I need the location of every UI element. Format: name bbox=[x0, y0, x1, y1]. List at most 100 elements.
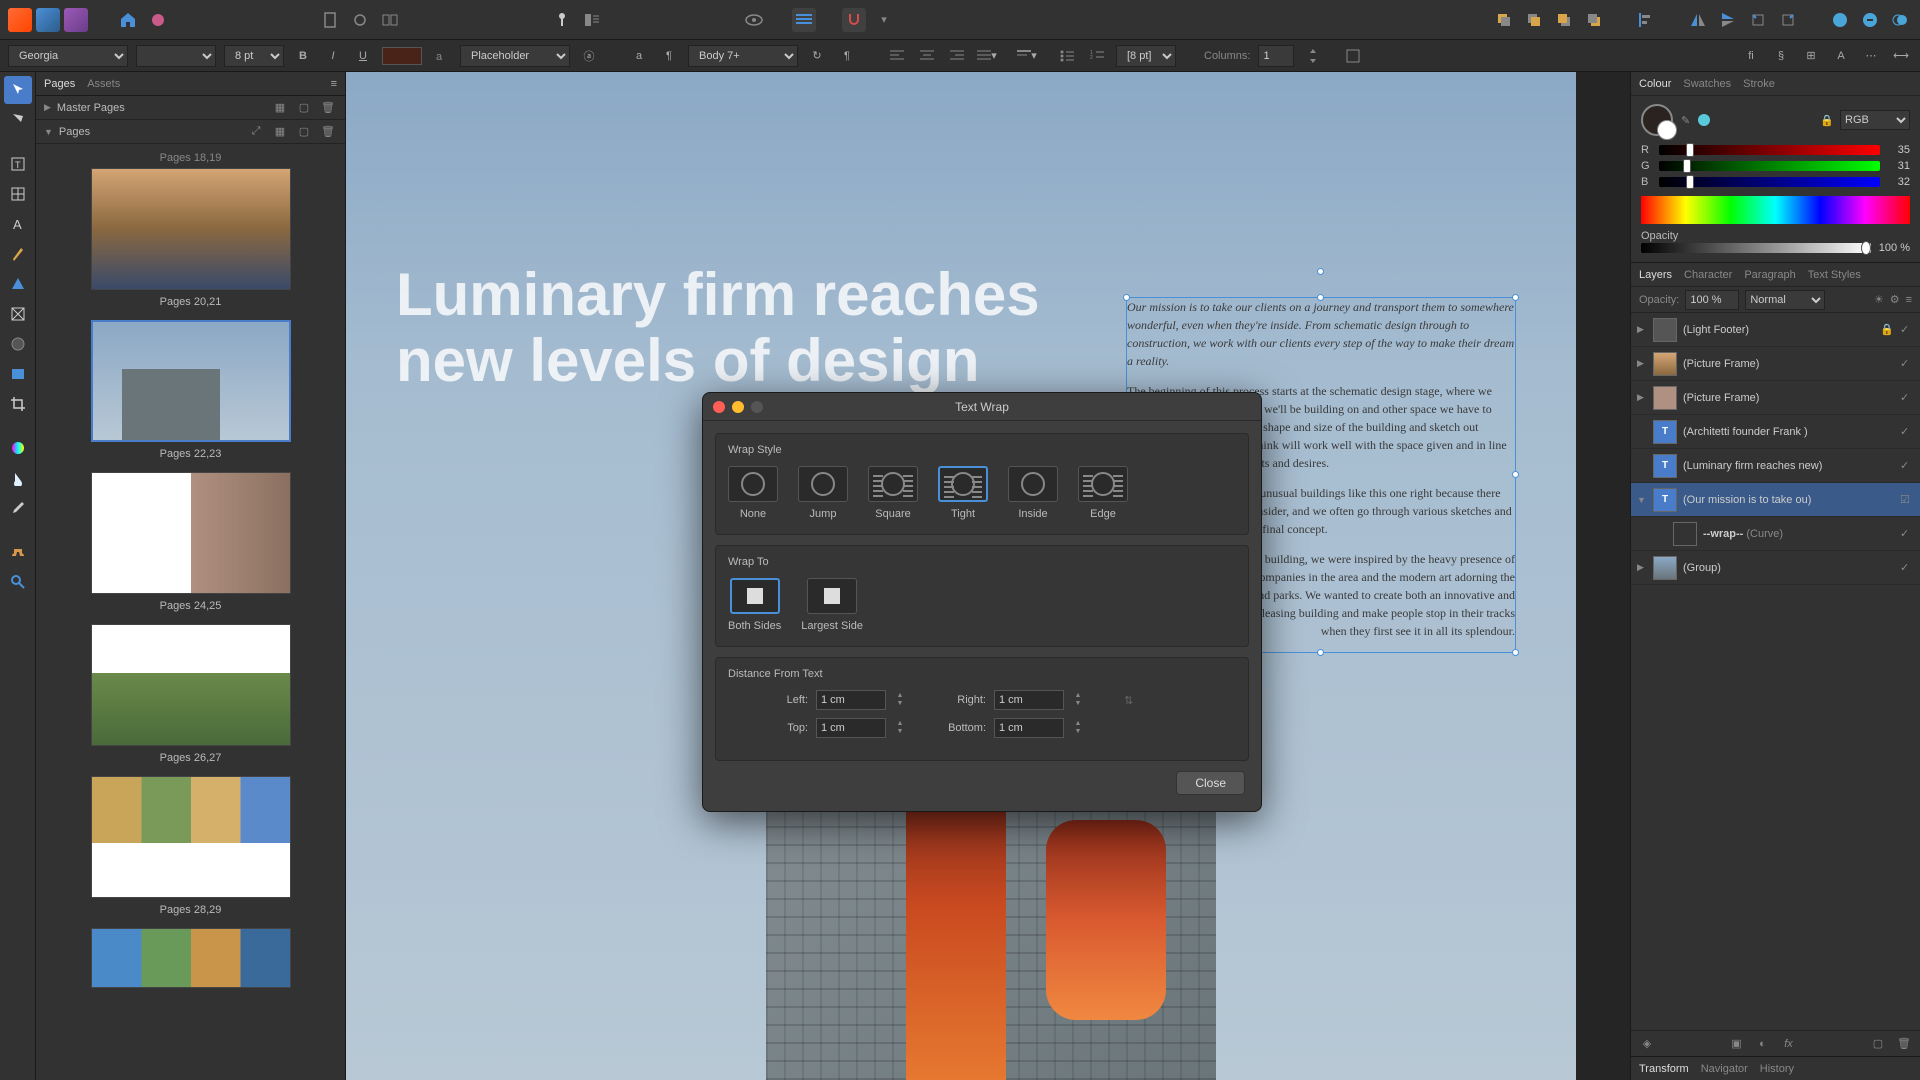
font-size-select[interactable]: 8 pt bbox=[224, 45, 284, 67]
update-style-icon[interactable]: ↻ bbox=[806, 45, 828, 67]
mask-icon[interactable]: ▣ bbox=[1727, 1034, 1747, 1054]
table-tool[interactable] bbox=[4, 180, 32, 208]
layer-row[interactable]: ▶ (Picture Frame) ✓ bbox=[1631, 381, 1920, 415]
r-slider[interactable] bbox=[1659, 145, 1880, 155]
add-page-icon[interactable]: ▢ bbox=[295, 123, 313, 141]
top-stepper[interactable]: ▲▼ bbox=[894, 720, 906, 736]
move-to-front-icon[interactable] bbox=[1492, 8, 1516, 32]
color-picker-tool[interactable] bbox=[4, 494, 32, 522]
tab-paragraph[interactable]: Paragraph bbox=[1744, 269, 1795, 281]
baseline-grid-icon[interactable] bbox=[792, 8, 816, 32]
visibility-checkbox[interactable]: ✓ bbox=[1900, 323, 1914, 336]
page-thumb-active[interactable]: Pages 22,23 bbox=[44, 320, 337, 460]
zoom-tool[interactable] bbox=[4, 568, 32, 596]
rotate-handle[interactable] bbox=[1317, 268, 1324, 275]
pen-tool[interactable] bbox=[4, 240, 32, 268]
align-justify-dropdown[interactable]: ▾ bbox=[976, 45, 998, 67]
move-forward-icon[interactable] bbox=[1522, 8, 1546, 32]
recent-color-icon[interactable] bbox=[1698, 114, 1710, 126]
special-chars-icon[interactable]: § bbox=[1770, 45, 1792, 67]
pages-header[interactable]: ▼ Pages ⤢ ▦ ▢ 🗑 bbox=[36, 120, 345, 144]
opacity-slider[interactable] bbox=[1641, 243, 1871, 253]
wrap-to-largest-side[interactable]: Largest Side bbox=[801, 578, 863, 632]
insert-field-icon[interactable]: ⋯ bbox=[1860, 45, 1882, 67]
visibility-checkbox[interactable]: ✓ bbox=[1900, 459, 1914, 472]
wrap-style-none[interactable]: None bbox=[728, 466, 778, 520]
adjustment-icon[interactable]: ◐ bbox=[1753, 1034, 1773, 1054]
layer-row[interactable]: T (Luminary firm reaches new) ✓ bbox=[1631, 449, 1920, 483]
wrap-style-jump[interactable]: Jump bbox=[798, 466, 848, 520]
align-left-text-icon[interactable] bbox=[886, 45, 908, 67]
rotate-ccw-icon[interactable] bbox=[1746, 8, 1770, 32]
right-stepper[interactable]: ▲▼ bbox=[1072, 692, 1084, 708]
add-spread-icon[interactable]: ▦ bbox=[271, 99, 289, 117]
lock-icon[interactable]: 🔒 bbox=[1820, 114, 1834, 127]
tab-assets[interactable]: Assets bbox=[87, 78, 120, 90]
preview-mode-icon[interactable] bbox=[742, 8, 766, 32]
resize-handle[interactable] bbox=[1512, 471, 1519, 478]
eyedropper-icon[interactable]: ✎ bbox=[1681, 114, 1690, 127]
bold-button[interactable]: B bbox=[292, 45, 314, 67]
layer-settings-icon[interactable]: ☀ bbox=[1874, 293, 1884, 306]
transparency-tool[interactable] bbox=[4, 464, 32, 492]
layer-row[interactable]: ▶ (Picture Frame) ✓ bbox=[1631, 347, 1920, 381]
fill-tool[interactable] bbox=[4, 434, 32, 462]
bottom-input[interactable] bbox=[994, 718, 1064, 738]
crop-tool[interactable] bbox=[4, 390, 32, 418]
text-wrap-icon[interactable] bbox=[580, 8, 604, 32]
frame-text-tool[interactable]: T bbox=[4, 150, 32, 178]
subtract-icon[interactable] bbox=[1858, 8, 1882, 32]
snapping-dropdown-icon[interactable]: ▾ bbox=[872, 8, 896, 32]
tab-swatches[interactable]: Swatches bbox=[1683, 78, 1731, 90]
rotate-cw-icon[interactable] bbox=[1776, 8, 1800, 32]
delete-icon[interactable]: 🗑 bbox=[319, 123, 337, 141]
document-setup-icon[interactable] bbox=[318, 8, 342, 32]
leading-select[interactable]: [8 pt] bbox=[1116, 45, 1176, 67]
text-color-swatch[interactable] bbox=[382, 47, 422, 65]
wrap-style-inside[interactable]: Inside bbox=[1008, 466, 1058, 520]
app-icon-photo[interactable] bbox=[64, 8, 88, 32]
bottom-stepper[interactable]: ▲▼ bbox=[1072, 720, 1084, 736]
master-pages-header[interactable]: ▶ Master Pages ▦ ▢ 🗑 bbox=[36, 96, 345, 120]
glyph-browser-icon[interactable]: ⊞ bbox=[1800, 45, 1822, 67]
vector-crop-tool[interactable] bbox=[4, 360, 32, 388]
show-paragraph-icon[interactable]: ¶ bbox=[836, 45, 858, 67]
wrap-style-tight[interactable]: Tight bbox=[938, 466, 988, 520]
left-stepper[interactable]: ▲▼ bbox=[894, 692, 906, 708]
find-in-doc-icon[interactable]: ⤢ bbox=[247, 123, 265, 141]
page-thumb[interactable] bbox=[44, 928, 337, 988]
resize-handle[interactable] bbox=[1317, 294, 1324, 301]
paragraph-style-select[interactable]: Placeholder bbox=[460, 45, 570, 67]
view-tool[interactable] bbox=[4, 538, 32, 566]
app-icon-publisher[interactable] bbox=[8, 8, 32, 32]
hue-picker[interactable] bbox=[1641, 196, 1910, 224]
layer-row[interactable]: ▶ (Group) ✓ bbox=[1631, 551, 1920, 585]
visibility-checkbox[interactable]: ☑ bbox=[1900, 493, 1914, 506]
page-thumb[interactable]: Pages 28,29 bbox=[44, 776, 337, 916]
columns-input[interactable] bbox=[1258, 45, 1294, 67]
layer-row-selected[interactable]: ▼T (Our mission is to take ou) ☑ bbox=[1631, 483, 1920, 517]
vertical-align-dropdown[interactable]: ▾ bbox=[1016, 45, 1038, 67]
columns-stepper[interactable] bbox=[1302, 45, 1324, 67]
tab-colour[interactable]: Colour bbox=[1639, 78, 1671, 90]
tab-navigator[interactable]: Navigator bbox=[1701, 1063, 1748, 1075]
place-image-tool[interactable] bbox=[4, 330, 32, 358]
layer-row[interactable]: ▶ (Light Footer) 🔒 ✓ bbox=[1631, 313, 1920, 347]
lock-icon[interactable]: 🔒 bbox=[1880, 323, 1894, 336]
tab-text-styles[interactable]: Text Styles bbox=[1808, 269, 1861, 281]
preferences-icon[interactable] bbox=[348, 8, 372, 32]
visibility-checkbox[interactable]: ✓ bbox=[1900, 561, 1914, 574]
tab-stroke[interactable]: Stroke bbox=[1743, 78, 1775, 90]
layer-menu-icon[interactable]: ≡ bbox=[1906, 294, 1912, 306]
font-family-select[interactable]: Georgia bbox=[8, 45, 128, 67]
g-slider[interactable] bbox=[1659, 161, 1880, 171]
paragraph-panel-icon[interactable]: ¶ bbox=[658, 45, 680, 67]
resize-handle[interactable] bbox=[1512, 649, 1519, 656]
italic-button[interactable]: I bbox=[322, 45, 344, 67]
preflight-icon[interactable] bbox=[146, 8, 170, 32]
node-tool[interactable] bbox=[4, 106, 32, 134]
delete-layer-icon[interactable]: 🗑 bbox=[1894, 1034, 1914, 1054]
tab-character[interactable]: Character bbox=[1684, 269, 1732, 281]
text-ruler-icon[interactable]: ⟷ bbox=[1890, 45, 1912, 67]
window-close-icon[interactable] bbox=[713, 401, 725, 413]
